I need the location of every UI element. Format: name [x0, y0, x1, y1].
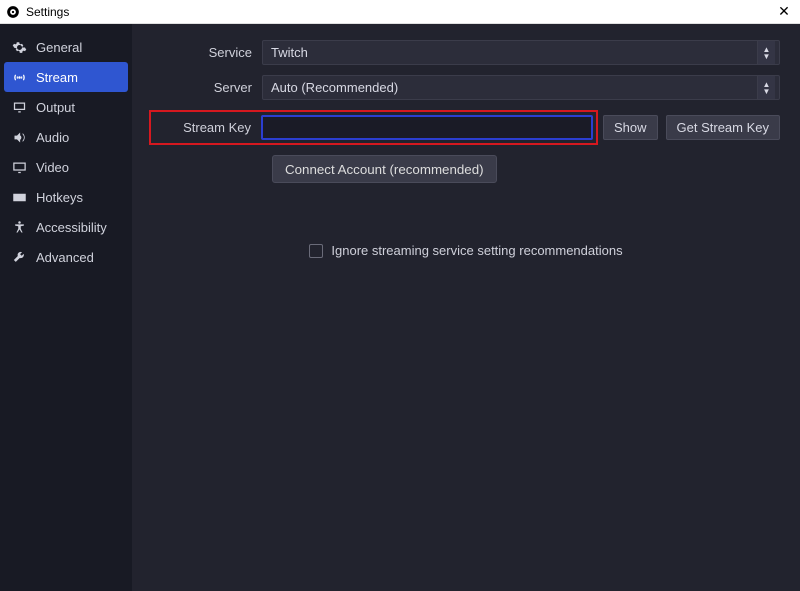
- speaker-icon: [10, 130, 28, 145]
- server-label: Server: [152, 80, 262, 95]
- sidebar-item-label: Accessibility: [36, 220, 107, 235]
- get-stream-key-button[interactable]: Get Stream Key: [666, 115, 780, 140]
- broadcast-icon: [10, 70, 28, 85]
- sidebar-item-general[interactable]: General: [0, 32, 132, 62]
- sidebar-item-hotkeys[interactable]: Hotkeys: [0, 182, 132, 212]
- checkbox-icon: [309, 244, 323, 258]
- tools-icon: [10, 250, 28, 265]
- chevron-updown-icon: ▲▼: [757, 76, 775, 99]
- sidebar-item-label: Hotkeys: [36, 190, 83, 205]
- titlebar: Settings ✕: [0, 0, 800, 24]
- connect-account-button[interactable]: Connect Account (recommended): [272, 155, 497, 183]
- server-row: Server Auto (Recommended) ▲▼: [152, 75, 780, 100]
- close-button[interactable]: ✕: [774, 3, 794, 20]
- window-body: General Stream Output Audio Video Hotkey…: [0, 24, 800, 591]
- sidebar-item-video[interactable]: Video: [0, 152, 132, 182]
- sidebar-item-advanced[interactable]: Advanced: [0, 242, 132, 272]
- app-icon: [6, 5, 20, 19]
- sidebar-item-label: Audio: [36, 130, 69, 145]
- sidebar: General Stream Output Audio Video Hotkey…: [0, 24, 132, 591]
- show-button[interactable]: Show: [603, 115, 658, 140]
- screen-out-icon: [10, 100, 28, 115]
- sidebar-item-label: Output: [36, 100, 75, 115]
- sidebar-item-audio[interactable]: Audio: [0, 122, 132, 152]
- sidebar-item-label: Advanced: [36, 250, 94, 265]
- stream-key-input[interactable]: [261, 115, 593, 140]
- service-label: Service: [152, 45, 262, 60]
- sidebar-item-stream[interactable]: Stream: [4, 62, 128, 92]
- sidebar-item-label: Video: [36, 160, 69, 175]
- accessibility-icon: [10, 220, 28, 235]
- ignore-checkbox-label: Ignore streaming service setting recomme…: [331, 243, 622, 258]
- sidebar-item-label: General: [36, 40, 82, 55]
- service-row: Service Twitch ▲▼: [152, 40, 780, 65]
- service-select[interactable]: Twitch ▲▼: [262, 40, 780, 65]
- display-icon: [10, 160, 28, 175]
- stream-key-label: Stream Key: [154, 120, 261, 135]
- ignore-recommendations-row: Ignore streaming service setting recomme…: [152, 243, 780, 258]
- ignore-checkbox[interactable]: Ignore streaming service setting recomme…: [309, 243, 622, 258]
- sidebar-item-accessibility[interactable]: Accessibility: [0, 212, 132, 242]
- keyboard-icon: [10, 190, 28, 205]
- stream-key-highlight: Stream Key: [149, 110, 598, 145]
- gear-icon: [10, 40, 28, 55]
- window-title: Settings: [26, 5, 774, 19]
- service-value: Twitch: [271, 45, 308, 60]
- sidebar-item-label: Stream: [36, 70, 78, 85]
- chevron-updown-icon: ▲▼: [757, 41, 775, 64]
- sidebar-item-output[interactable]: Output: [0, 92, 132, 122]
- connect-row: Connect Account (recommended): [152, 155, 780, 183]
- server-value: Auto (Recommended): [271, 80, 398, 95]
- main-panel: Service Twitch ▲▼ Server Auto (Recommend…: [132, 24, 800, 591]
- server-select[interactable]: Auto (Recommended) ▲▼: [262, 75, 780, 100]
